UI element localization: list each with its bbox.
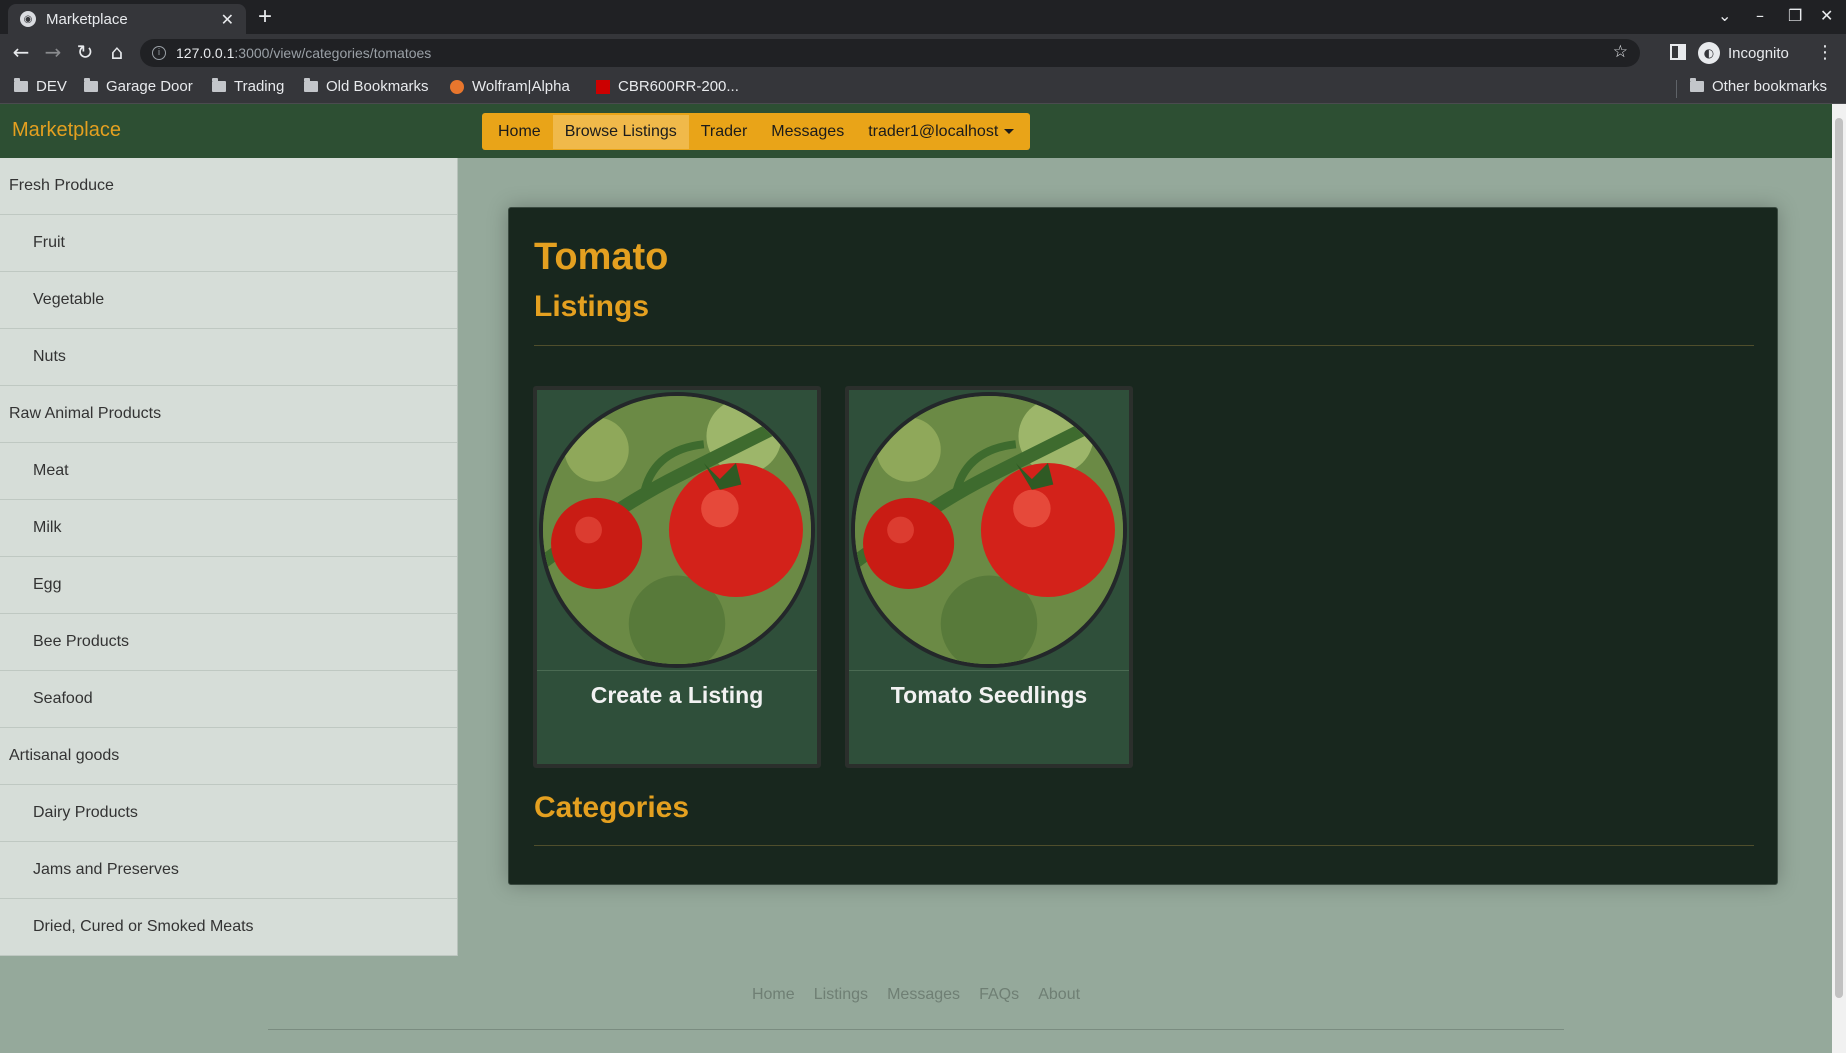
caret-down-icon <box>1004 128 1015 134</box>
back-icon[interactable]: ← <box>8 40 34 64</box>
card-title: Create a Listing <box>590 682 764 708</box>
sidebar-item-artisanal-goods[interactable]: Artisanal goods <box>0 728 457 785</box>
url-host: 127.0.0.1 <box>176 45 235 61</box>
bookmark-label: CBR600RR-200... <box>618 78 739 95</box>
listings-heading: Listings <box>534 290 650 323</box>
sidebar-item-dairy-products[interactable]: Dairy Products <box>0 785 457 842</box>
tab-title: Marketplace <box>46 10 128 28</box>
bookmark-label: Other bookmarks <box>1712 78 1828 95</box>
site-brand[interactable]: Marketplace <box>12 119 121 142</box>
sidebar-item-meat[interactable]: Meat <box>0 443 457 500</box>
footer-link-home[interactable]: Home <box>752 986 795 1003</box>
divider <box>534 345 1754 346</box>
folder-icon <box>1690 78 1704 92</box>
tab-search-icon[interactable]: ⌄ <box>1718 6 1731 25</box>
footer-link-faqs[interactable]: FAQs <box>979 986 1019 1003</box>
sidebar-item-fresh-produce[interactable]: Fresh Produce <box>0 158 457 215</box>
home-icon[interactable]: ⌂ <box>104 40 130 64</box>
bookmark-dev[interactable]: DEV <box>14 78 67 95</box>
bookmark-label: Trading <box>234 78 285 95</box>
minimize-icon[interactable]: – <box>1756 6 1764 25</box>
nav-user-dropdown[interactable]: trader1@localhost <box>856 115 1026 149</box>
bookmarks-divider <box>1676 80 1677 98</box>
bookmark-wolfram-alpha[interactable]: Wolfram|Alpha <box>450 78 570 95</box>
sidebar-item-raw-animal-products[interactable]: Raw Animal Products <box>0 386 457 443</box>
bookmark-old-bookmarks[interactable]: Old Bookmarks <box>304 78 429 95</box>
site-info-icon[interactable]: i <box>152 46 166 60</box>
sidebar-item-vegetable[interactable]: Vegetable <box>0 272 457 329</box>
nav-trader[interactable]: Trader <box>689 115 760 149</box>
bookmark-label: Wolfram|Alpha <box>472 78 570 95</box>
card-title: Tomato Seedlings <box>890 682 1088 708</box>
listing-card-tomato-seedlings[interactable]: Tomato Seedlings <box>845 386 1133 768</box>
new-tab-button[interactable]: + <box>258 3 272 31</box>
folder-icon <box>14 78 28 92</box>
category-sidebar: Fresh Produce Fruit Vegetable Nuts Raw A… <box>0 158 458 956</box>
incognito-indicator[interactable]: ◐ Incognito <box>1698 42 1789 64</box>
card-divider <box>849 670 1129 671</box>
page-viewport: Marketplace Home Browse Listings Trader … <box>0 104 1832 1053</box>
honda-icon <box>596 79 610 94</box>
sidebar-item-bee-products[interactable]: Bee Products <box>0 614 457 671</box>
browser-tab[interactable]: ◉ Marketplace ✕ <box>8 4 246 34</box>
tomato-image <box>539 392 815 668</box>
bookmarks-bar: DEV Garage Door Trading Old Bookmarks Wo… <box>0 72 1846 104</box>
sidebar-item-egg[interactable]: Egg <box>0 557 457 614</box>
footer-nav: Home Listings Messages FAQs About <box>0 984 1832 1004</box>
tomato-image <box>851 392 1127 668</box>
bookmark-cbr600rr[interactable]: CBR600RR-200... <box>596 78 739 95</box>
bookmark-star-icon[interactable]: ☆ <box>1613 42 1628 62</box>
address-bar[interactable]: i 127.0.0.1 :3000/view/categories/tomato… <box>140 39 1640 67</box>
sidebar-item-dried-cured-smoked-meats[interactable]: Dried, Cured or Smoked Meats <box>0 899 457 956</box>
scrollbar-thumb[interactable] <box>1835 118 1843 998</box>
sidebar-item-nuts[interactable]: Nuts <box>0 329 457 386</box>
browser-tab-bar: ◉ Marketplace ✕ + ⌄ – ❐ ✕ <box>0 0 1846 34</box>
footer-link-about[interactable]: About <box>1038 986 1080 1003</box>
sidebar-item-jams-and-preserves[interactable]: Jams and Preserves <box>0 842 457 899</box>
nav-browse-listings[interactable]: Browse Listings <box>552 114 689 149</box>
sidebar-item-milk[interactable]: Milk <box>0 500 457 557</box>
site-navbar: Marketplace Home Browse Listings Trader … <box>0 104 1832 158</box>
url-path: :3000/view/categories/tomatoes <box>234 45 432 61</box>
footer-divider <box>268 1029 1564 1030</box>
bookmark-garage-door[interactable]: Garage Door <box>84 78 193 95</box>
bookmark-trading[interactable]: Trading <box>212 78 284 95</box>
listing-card-create[interactable]: Create a Listing <box>533 386 821 768</box>
footer-link-messages[interactable]: Messages <box>887 986 960 1003</box>
bookmark-label: Garage Door <box>106 78 193 95</box>
folder-icon <box>84 78 98 92</box>
bookmark-label: DEV <box>36 78 67 95</box>
footer-link-listings[interactable]: Listings <box>814 986 868 1003</box>
main-menu: Home Browse Listings Trader Messages tra… <box>482 113 1031 150</box>
bookmark-other-bookmarks[interactable]: Other bookmarks <box>1690 78 1827 95</box>
window-close-icon[interactable]: ✕ <box>1820 6 1833 25</box>
browser-toolbar: ← → ↻ ⌂ i 127.0.0.1 :3000/view/categorie… <box>0 34 1846 72</box>
page-scrollbar[interactable] <box>1832 104 1846 1053</box>
divider <box>534 845 1754 846</box>
folder-icon <box>304 78 318 92</box>
user-email: trader1@localhost <box>868 122 999 140</box>
wolfram-icon <box>450 79 464 94</box>
nav-messages[interactable]: Messages <box>759 115 856 149</box>
side-panel-icon[interactable] <box>1670 44 1686 60</box>
globe-icon: ◉ <box>20 11 36 27</box>
page-title: Tomato <box>534 236 669 278</box>
forward-icon[interactable]: → <box>40 40 66 64</box>
folder-icon <box>212 78 226 92</box>
sidebar-item-fruit[interactable]: Fruit <box>0 215 457 272</box>
browser-menu-icon[interactable]: ⋮ <box>1816 42 1834 63</box>
restore-icon[interactable]: ❐ <box>1788 6 1802 25</box>
nav-home[interactable]: Home <box>486 115 553 149</box>
categories-heading: Categories <box>534 791 690 824</box>
incognito-label: Incognito <box>1728 44 1789 62</box>
card-divider <box>537 670 817 671</box>
close-tab-icon[interactable]: ✕ <box>221 10 234 29</box>
incognito-icon: ◐ <box>1698 42 1720 64</box>
bookmark-label: Old Bookmarks <box>326 78 429 95</box>
reload-icon[interactable]: ↻ <box>72 40 98 64</box>
sidebar-item-seafood[interactable]: Seafood <box>0 671 457 728</box>
category-panel: Tomato Listings Create a Listing Tomato … <box>508 207 1778 885</box>
